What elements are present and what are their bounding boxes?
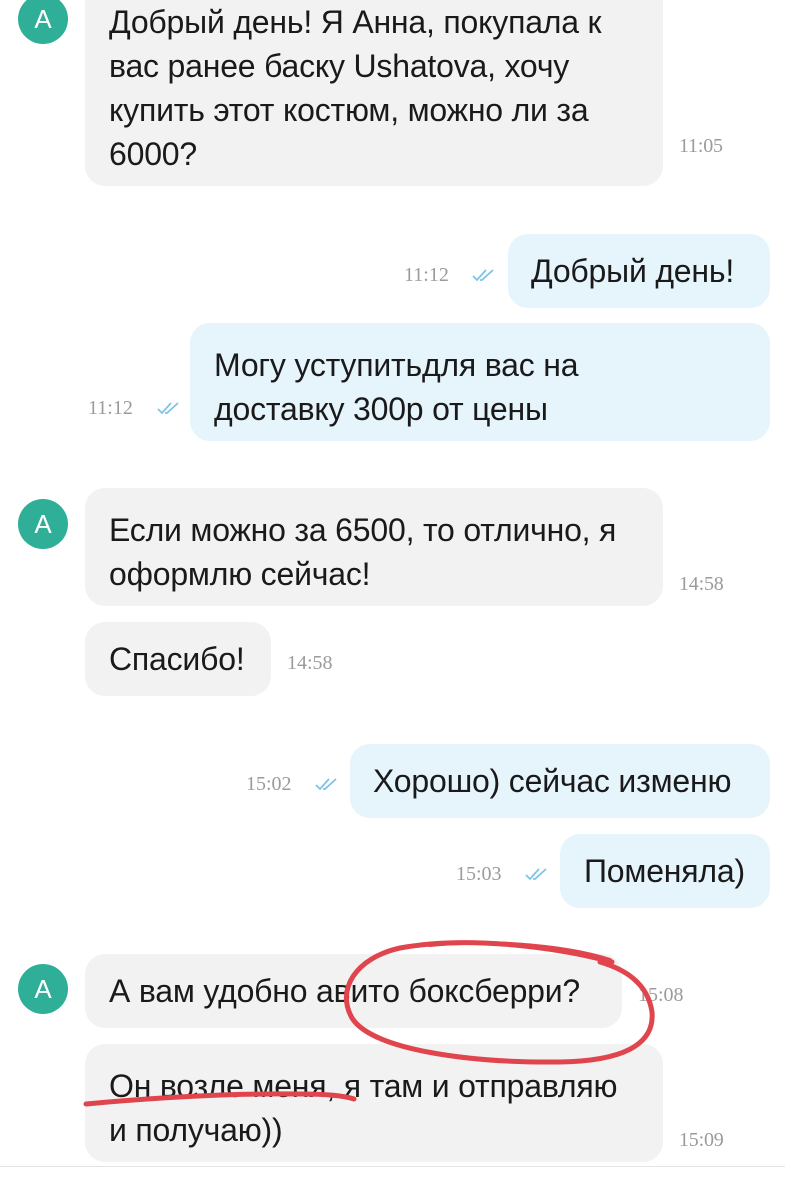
message-bubble-incoming[interactable]: Спасибо! <box>85 622 271 696</box>
message-time: 14:58 <box>287 652 333 674</box>
message-text: Он возле меня, я там и отправляю и получ… <box>109 1068 618 1148</box>
message-text: Поменяла) <box>584 853 745 889</box>
message-text: Могу уступитьдля вас на доставку 300р от… <box>214 347 579 427</box>
contact-avatar[interactable]: A <box>18 964 68 1014</box>
message-text: Хорошо) сейчас изменю <box>373 763 732 799</box>
double-check-icon <box>472 268 496 282</box>
message-time: 15:03 <box>456 863 502 885</box>
message-bubble-incoming[interactable]: Если можно за 6500, то отлично, я оформл… <box>85 488 724 606</box>
contact-avatar[interactable]: A <box>18 499 68 549</box>
avatar-letter: A <box>34 508 52 539</box>
double-check-icon <box>157 401 181 415</box>
message-text: Добрый день! <box>531 253 735 289</box>
message-time: 11:05 <box>679 135 723 157</box>
message-text: Добрый день! Я Анна, покупала к вас ране… <box>109 4 602 172</box>
chat-thread: A Добрый день! Я Анна, покупала к вас ра… <box>0 0 785 1200</box>
contact-avatar[interactable]: A <box>18 0 68 44</box>
message-bubble-outgoing[interactable]: Поменяла) <box>560 834 770 908</box>
message-time: 15:09 <box>679 1129 724 1151</box>
message-bubble-incoming[interactable]: Он возле меня, я там и отправляю и получ… <box>85 1044 724 1162</box>
double-check-icon <box>315 777 339 791</box>
message-time: 11:12 <box>404 264 449 286</box>
message-text: А вам удобно авито боксберри? <box>109 973 581 1009</box>
message-time: 11:12 <box>88 397 133 419</box>
divider <box>0 1166 785 1167</box>
message-bubble-incoming[interactable]: Добрый день! Я Анна, покупала к вас ране… <box>85 0 723 186</box>
message-bubble-outgoing[interactable]: Добрый день! <box>508 234 770 308</box>
message-text: Спасибо! <box>109 641 245 677</box>
message-time: 15:02 <box>246 773 292 795</box>
double-check-icon <box>525 867 549 881</box>
message-bubble-outgoing[interactable]: Могу уступитьдля вас на доставку 300р от… <box>190 323 770 441</box>
message-bubble-incoming[interactable]: А вам удобно авито боксберри? <box>85 954 622 1028</box>
avatar-letter: A <box>34 973 52 1004</box>
avatar-letter: A <box>34 3 52 34</box>
message-bubble-outgoing[interactable]: Хорошо) сейчас изменю <box>350 744 770 818</box>
message-text: Если можно за 6500, то отлично, я оформл… <box>109 512 617 592</box>
message-time: 14:58 <box>679 573 724 595</box>
message-time: 15:08 <box>638 984 684 1006</box>
